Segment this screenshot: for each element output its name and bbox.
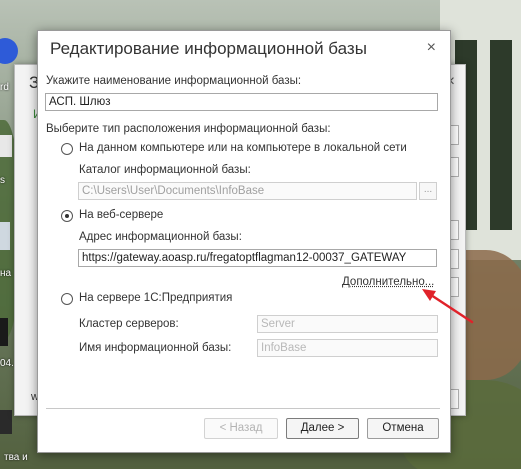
annotation-arrow-line <box>426 291 474 324</box>
annotation-arrow-head <box>422 289 436 301</box>
annotation-arrow-icon <box>422 289 474 324</box>
